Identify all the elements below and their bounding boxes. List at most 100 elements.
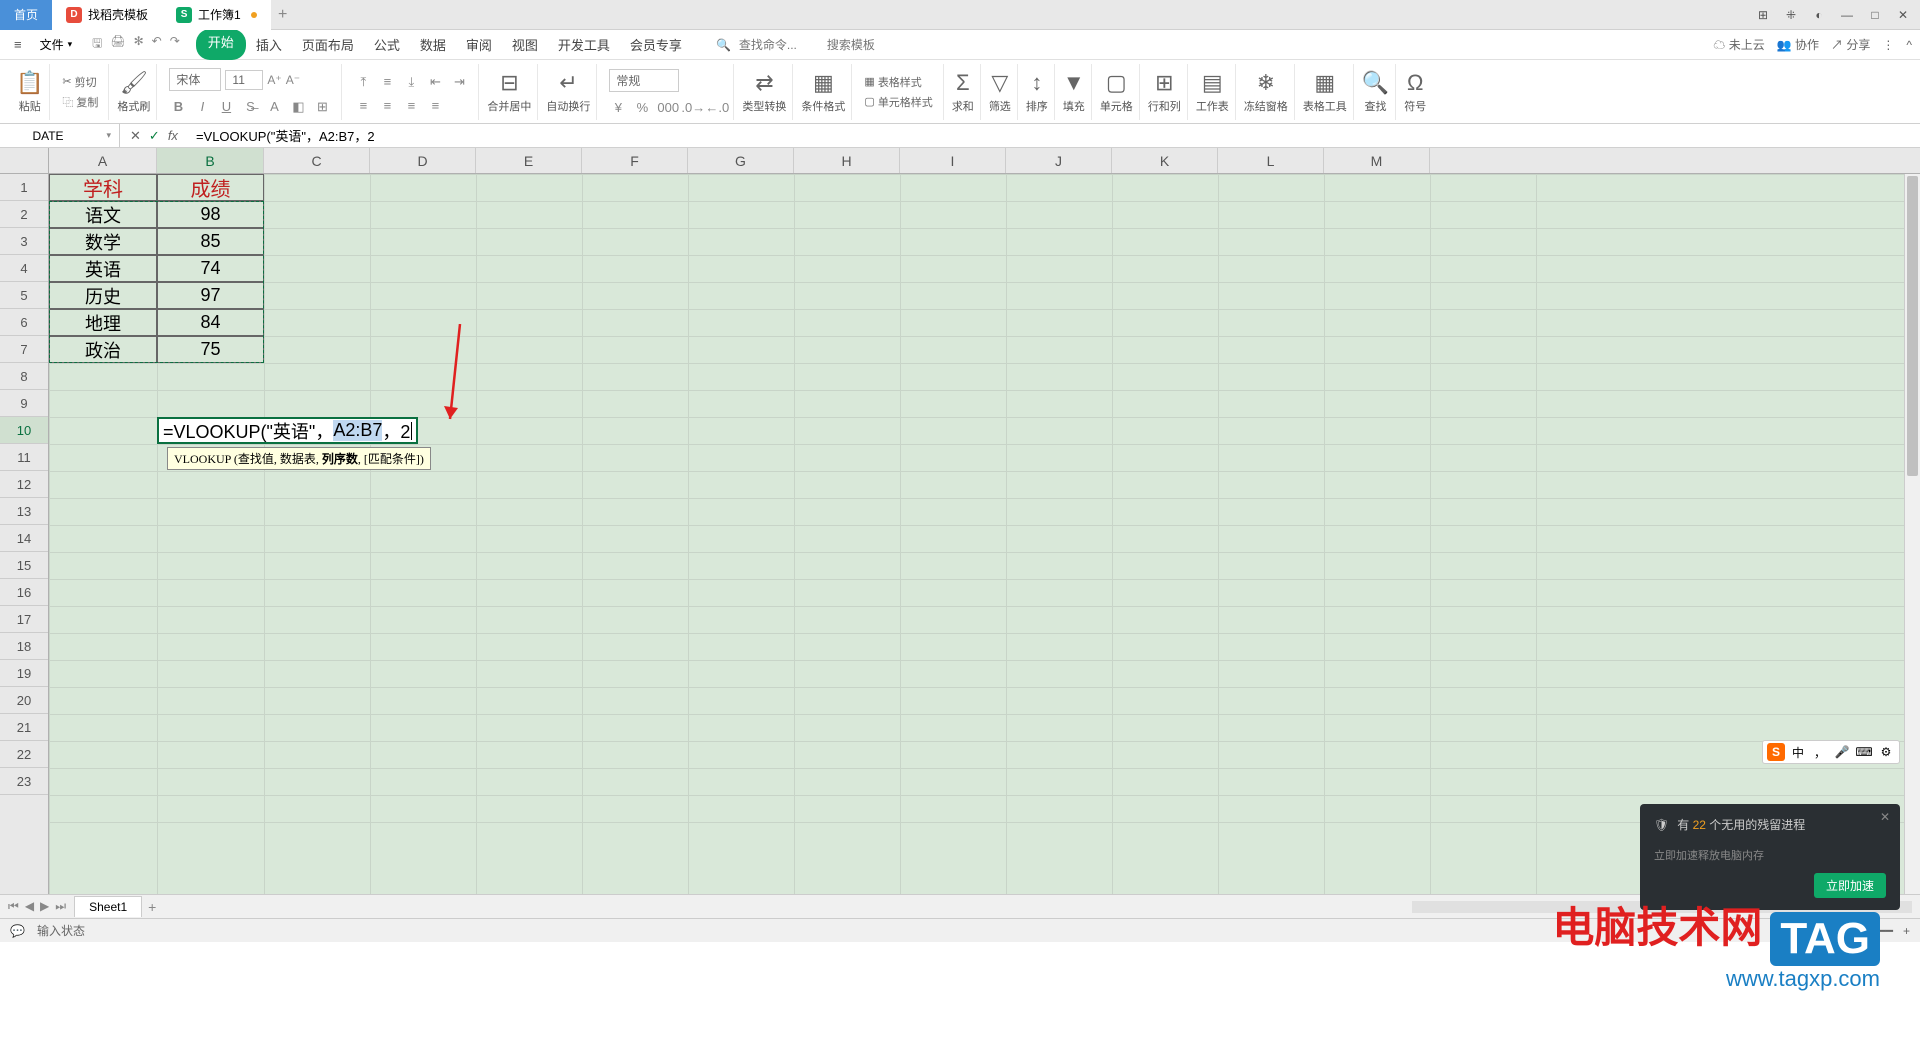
dec-inc-icon[interactable]: .0→ — [681, 100, 699, 115]
menu-tab-dev[interactable]: 开发工具 — [548, 29, 620, 60]
indent-dec-icon[interactable]: ⇤ — [426, 74, 444, 90]
cell-B4[interactable]: 74 — [157, 255, 264, 282]
share-button[interactable]: ↗ 分享 — [1831, 36, 1870, 53]
row-header-14[interactable]: 14 — [0, 525, 48, 552]
cell-B7[interactable]: 75 — [157, 336, 264, 363]
menu-tab-start[interactable]: 开始 — [196, 29, 246, 60]
sum-button[interactable]: Σ求和 — [952, 70, 974, 114]
col-header-H[interactable]: H — [794, 148, 900, 173]
row-header-2[interactable]: 2 — [0, 201, 48, 228]
copy-button[interactable]: ⿻ 复制 — [62, 94, 98, 110]
comma-icon[interactable]: 000 — [657, 100, 675, 115]
col-header-B[interactable]: B — [157, 148, 264, 173]
row-header-7[interactable]: 7 — [0, 336, 48, 363]
minimize-button[interactable]: — — [1838, 6, 1856, 24]
ime-sogou-icon[interactable]: S — [1767, 743, 1785, 761]
apps-icon[interactable]: ⁜ — [1782, 6, 1800, 24]
fx-icon[interactable]: fx — [168, 128, 178, 144]
menu-tab-review[interactable]: 审阅 — [456, 29, 502, 60]
formula-cancel-icon[interactable]: ✕ — [130, 128, 141, 144]
active-cell-B10[interactable]: =VLOOKUP("英语"，A2:B7，2 — [157, 417, 418, 444]
cell-A6[interactable]: 地理 — [49, 309, 157, 336]
cell-B1[interactable]: 成绩 — [157, 174, 264, 201]
row-header-9[interactable]: 9 — [0, 390, 48, 417]
row-header-16[interactable]: 16 — [0, 579, 48, 606]
menu-tab-layout[interactable]: 页面布局 — [292, 29, 364, 60]
number-format-select[interactable]: 常规 — [609, 69, 679, 92]
tab-workbook[interactable]: S 工作簿1 — [162, 0, 271, 30]
vertical-scrollbar[interactable] — [1904, 174, 1920, 894]
underline-button[interactable]: U — [217, 99, 235, 115]
col-header-C[interactable]: C — [264, 148, 370, 173]
sheet-last-icon[interactable]: ⏭ — [55, 899, 66, 914]
print-icon[interactable]: 🖨 — [110, 34, 125, 55]
col-header-J[interactable]: J — [1006, 148, 1112, 173]
search-template-input[interactable] — [827, 38, 907, 52]
ime-keyboard-icon[interactable]: ⌨ — [1855, 743, 1873, 761]
table-tool-button[interactable]: ▦表格工具 — [1303, 70, 1347, 114]
font-color-button[interactable]: A — [265, 99, 283, 115]
cell-style-button[interactable]: ▢ 单元格样式 — [864, 94, 932, 110]
row-header-11[interactable]: 11 — [0, 444, 48, 471]
paste-button[interactable]: 📋 粘贴 — [16, 70, 43, 114]
percent-icon[interactable]: % — [633, 100, 651, 115]
row-header-1[interactable]: 1 — [0, 174, 48, 201]
align-left-icon[interactable]: ≡ — [354, 98, 372, 113]
ime-punct-icon[interactable]: ， — [1811, 743, 1829, 761]
ime-mic-icon[interactable]: 🎤 — [1833, 743, 1851, 761]
font-size-select[interactable]: 11 — [225, 70, 263, 90]
row-header-19[interactable]: 19 — [0, 660, 48, 687]
menu-tab-view[interactable]: 视图 — [502, 29, 548, 60]
name-box-input[interactable] — [8, 129, 88, 143]
row-header-5[interactable]: 5 — [0, 282, 48, 309]
find-button[interactable]: 🔍查找 — [1362, 70, 1389, 114]
cell-B3[interactable]: 85 — [157, 228, 264, 255]
col-header-L[interactable]: L — [1218, 148, 1324, 173]
row-header-18[interactable]: 18 — [0, 633, 48, 660]
align-center-icon[interactable]: ≡ — [378, 98, 396, 113]
skin-icon[interactable]: ◐ — [1810, 6, 1828, 24]
fill-color-button[interactable]: ◧ — [289, 99, 307, 115]
tab-home[interactable]: 首页 — [0, 0, 52, 30]
cell-A2[interactable]: 语文 — [49, 201, 157, 228]
search-command-input[interactable] — [739, 38, 819, 52]
row-header-23[interactable]: 23 — [0, 768, 48, 795]
strike-button[interactable]: S̶ — [241, 99, 259, 115]
col-header-M[interactable]: M — [1324, 148, 1430, 173]
close-button[interactable]: ✕ — [1894, 6, 1912, 24]
hamburger-icon[interactable]: ≡ — [8, 33, 28, 56]
sort-button[interactable]: ↕排序 — [1026, 70, 1048, 114]
sheet-first-icon[interactable]: ⏮ — [8, 899, 19, 914]
border-button[interactable]: ⊞ — [313, 99, 331, 115]
dec-dec-icon[interactable]: ←.0 — [705, 100, 723, 115]
row-header-3[interactable]: 3 — [0, 228, 48, 255]
align-mid-icon[interactable]: ≡ — [378, 74, 396, 90]
zoom-in-icon[interactable]: + — [1903, 924, 1910, 938]
more-icon[interactable]: ⋮ — [1882, 38, 1894, 52]
cell-A5[interactable]: 历史 — [49, 282, 157, 309]
align-justify-icon[interactable]: ≡ — [426, 98, 444, 113]
sheet-add-button[interactable]: + — [148, 899, 156, 915]
cell-A4[interactable]: 英语 — [49, 255, 157, 282]
align-top-icon[interactable]: ⤒ — [354, 74, 372, 90]
bold-button[interactable]: B — [169, 99, 187, 115]
row-header-4[interactable]: 4 — [0, 255, 48, 282]
formula-input[interactable]: =VLOOKUP("英语"，A2:B7，2 — [188, 126, 1920, 145]
select-all-corner[interactable] — [0, 148, 49, 173]
row-header-12[interactable]: 12 — [0, 471, 48, 498]
col-header-A[interactable]: A — [49, 148, 157, 173]
ime-lang-icon[interactable]: 中 — [1789, 743, 1807, 761]
preview-icon[interactable]: ✻ — [134, 34, 144, 55]
col-header-F[interactable]: F — [582, 148, 688, 173]
type-convert-button[interactable]: ⇄类型转换 — [742, 70, 786, 114]
font-name-select[interactable]: 宋体 — [169, 68, 221, 91]
sheet-prev-icon[interactable]: ◀ — [25, 899, 34, 914]
redo-icon[interactable]: ↷ — [170, 34, 180, 55]
name-box[interactable]: ▾ — [0, 124, 120, 147]
col-header-E[interactable]: E — [476, 148, 582, 173]
save-icon[interactable]: 🖫 — [92, 34, 102, 55]
collapse-ribbon-icon[interactable]: ^ — [1906, 38, 1912, 52]
symbol-button[interactable]: Ω符号 — [1404, 70, 1426, 114]
cell-A1[interactable]: 学科 — [49, 174, 157, 201]
increase-font-icon[interactable]: A⁺ — [267, 73, 281, 87]
